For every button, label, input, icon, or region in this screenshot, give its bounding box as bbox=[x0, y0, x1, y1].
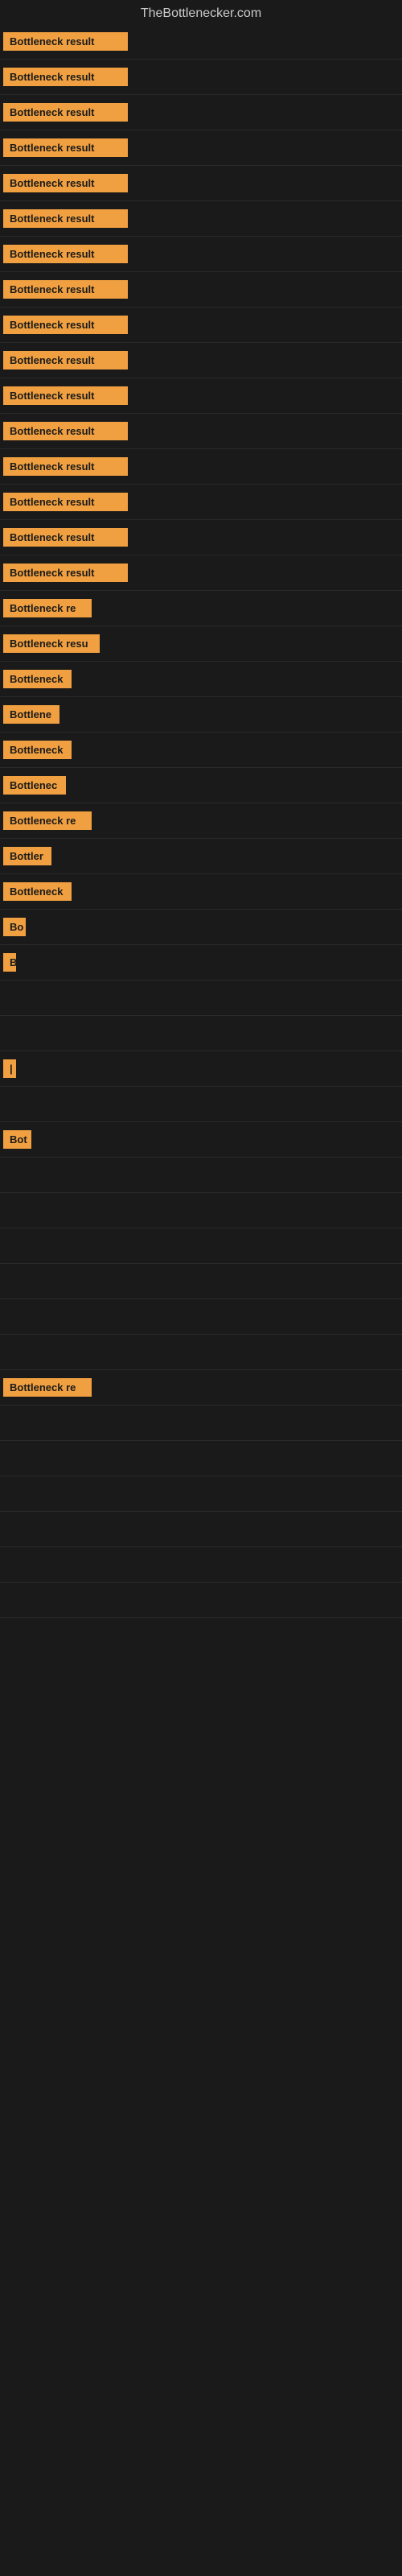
list-item: Bottleneck result bbox=[0, 95, 402, 130]
bottleneck-result-badge[interactable]: Bottleneck re bbox=[3, 599, 92, 617]
list-item: B bbox=[0, 945, 402, 980]
list-item bbox=[0, 1441, 402, 1476]
list-item: Bottleneck bbox=[0, 874, 402, 910]
bottleneck-result-badge[interactable]: Bottlene bbox=[3, 705, 59, 724]
bottleneck-result-badge[interactable]: Bottleneck result bbox=[3, 280, 128, 299]
bottleneck-result-badge[interactable]: B bbox=[3, 953, 16, 972]
list-item: Bottleneck result bbox=[0, 24, 402, 60]
bottleneck-result-badge[interactable]: Bottleneck result bbox=[3, 564, 128, 582]
bottleneck-result-badge[interactable]: Bottleneck result bbox=[3, 316, 128, 334]
list-item bbox=[0, 1406, 402, 1441]
bottleneck-result-badge[interactable]: Bottleneck result bbox=[3, 68, 128, 86]
list-item: Bottleneck result bbox=[0, 237, 402, 272]
list-item: Bottleneck re bbox=[0, 1370, 402, 1406]
list-item bbox=[0, 1087, 402, 1122]
bottleneck-result-badge[interactable]: Bottleneck result bbox=[3, 528, 128, 547]
bottleneck-result-badge[interactable]: Bot bbox=[3, 1130, 31, 1149]
bottleneck-result-badge[interactable]: Bottleneck result bbox=[3, 209, 128, 228]
list-item bbox=[0, 1193, 402, 1228]
bottleneck-result-badge[interactable]: Bottlenec bbox=[3, 776, 66, 795]
list-item: Bottleneck bbox=[0, 662, 402, 697]
list-item: Bo bbox=[0, 910, 402, 945]
list-item bbox=[0, 1016, 402, 1051]
list-item: Bottleneck result bbox=[0, 520, 402, 555]
list-item: Bottlenec bbox=[0, 768, 402, 803]
bottleneck-result-badge[interactable]: Bottleneck bbox=[3, 882, 72, 901]
list-item bbox=[0, 1335, 402, 1370]
bottleneck-result-badge[interactable]: Bottleneck re bbox=[3, 1378, 92, 1397]
bottleneck-result-badge[interactable]: Bottleneck resu bbox=[3, 634, 100, 653]
list-item: Bottleneck result bbox=[0, 166, 402, 201]
list-item: Bottleneck result bbox=[0, 449, 402, 485]
list-item: Bottleneck re bbox=[0, 803, 402, 839]
list-item: Bottler bbox=[0, 839, 402, 874]
list-item: Bottleneck re bbox=[0, 591, 402, 626]
list-item: Bottleneck result bbox=[0, 308, 402, 343]
bottleneck-result-badge[interactable]: Bottleneck result bbox=[3, 457, 128, 476]
bottleneck-result-badge[interactable]: | bbox=[3, 1059, 16, 1078]
list-item: | bbox=[0, 1051, 402, 1087]
list-item bbox=[0, 1299, 402, 1335]
list-item bbox=[0, 1476, 402, 1512]
list-item: Bottleneck result bbox=[0, 378, 402, 414]
bottleneck-result-badge[interactable]: Bottleneck result bbox=[3, 103, 128, 122]
bottleneck-result-badge[interactable]: Bottleneck bbox=[3, 670, 72, 688]
list-item: Bottleneck resu bbox=[0, 626, 402, 662]
list-item bbox=[0, 1228, 402, 1264]
list-item: Bottleneck result bbox=[0, 130, 402, 166]
bottleneck-result-badge[interactable]: Bottleneck result bbox=[3, 386, 128, 405]
list-item bbox=[0, 1264, 402, 1299]
list-item bbox=[0, 1512, 402, 1547]
list-item: Bottleneck result bbox=[0, 201, 402, 237]
bottleneck-result-badge[interactable]: Bottleneck result bbox=[3, 422, 128, 440]
list-item bbox=[0, 980, 402, 1016]
bottleneck-result-badge[interactable]: Bottleneck bbox=[3, 741, 72, 759]
bottleneck-result-badge[interactable]: Bo bbox=[3, 918, 26, 936]
list-item: Bottleneck result bbox=[0, 272, 402, 308]
list-item: Bottleneck result bbox=[0, 414, 402, 449]
list-item: Bottleneck result bbox=[0, 60, 402, 95]
list-item: Bottleneck result bbox=[0, 555, 402, 591]
bottleneck-result-badge[interactable]: Bottleneck result bbox=[3, 174, 128, 192]
list-item: Bottleneck result bbox=[0, 343, 402, 378]
list-item: Bottleneck result bbox=[0, 485, 402, 520]
bottleneck-result-badge[interactable]: Bottleneck result bbox=[3, 245, 128, 263]
bottleneck-result-badge[interactable]: Bottleneck re bbox=[3, 811, 92, 830]
list-item: Bottleneck bbox=[0, 733, 402, 768]
bottleneck-result-badge[interactable]: Bottleneck result bbox=[3, 32, 128, 51]
bottleneck-result-badge[interactable]: Bottleneck result bbox=[3, 351, 128, 369]
bottleneck-result-badge[interactable]: Bottleneck result bbox=[3, 493, 128, 511]
list-item bbox=[0, 1583, 402, 1618]
bottleneck-result-badge[interactable]: Bottler bbox=[3, 847, 51, 865]
bottleneck-result-badge[interactable]: Bottleneck result bbox=[3, 138, 128, 157]
list-item bbox=[0, 1547, 402, 1583]
list-item: Bottlene bbox=[0, 697, 402, 733]
list-item: Bot bbox=[0, 1122, 402, 1158]
list-item bbox=[0, 1158, 402, 1193]
site-title: TheBottlenecker.com bbox=[0, 0, 402, 24]
